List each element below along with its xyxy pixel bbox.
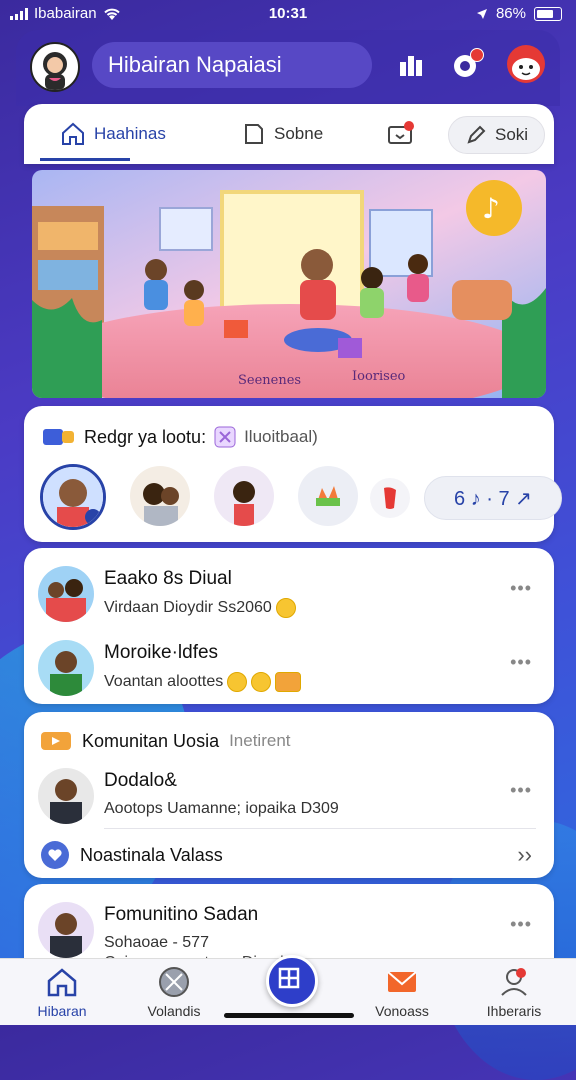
stories-subtitle: Iluoitbaal) — [244, 427, 318, 446]
music-player-pill[interactable]: 6 ♪ · 7 ↗ — [424, 476, 562, 520]
item-title: Fomunitino Sadan — [104, 904, 259, 925]
tab-home[interactable]: Haahinas — [60, 116, 166, 152]
nav-item-profile[interactable]: Ihberaris — [464, 965, 564, 1019]
tab-bar: Haahinas Sobne Soki — [24, 104, 554, 164]
avatar — [38, 640, 94, 696]
notif-label: Noastinala Valass — [80, 844, 223, 865]
camera-icon — [43, 429, 74, 445]
banner-caption-left: Seenenes — [238, 373, 301, 388]
home-indicator — [224, 1013, 354, 1018]
compass-icon — [159, 967, 189, 997]
avatar — [38, 566, 94, 622]
item-subtitle: Virdaan Dioydir Ss2060 — [104, 598, 296, 618]
media-icon — [214, 426, 236, 448]
nav-label: Ihberaris — [486, 1003, 542, 1019]
create-button[interactable] — [266, 955, 318, 1007]
avatar — [38, 768, 94, 824]
pencil-icon — [467, 125, 486, 144]
document-icon — [245, 124, 263, 144]
nav-item-explore[interactable]: Volandis — [124, 965, 224, 1019]
search-field[interactable]: Hibairan Napaiasi — [92, 42, 372, 88]
home-icon — [62, 122, 84, 145]
profile-avatar[interactable] — [30, 42, 80, 92]
nav-label: Volandis — [147, 1003, 201, 1019]
nav-item-home[interactable]: Hibaran — [12, 965, 112, 1019]
story-avatar[interactable] — [40, 464, 106, 530]
list-item[interactable]: Dodalo& Aootops Uamanne; iopaika D309 ••… — [38, 764, 538, 828]
notification-badge — [470, 48, 484, 62]
more-icon[interactable]: ••• — [510, 780, 532, 801]
heart-badge-icon — [41, 841, 69, 869]
inbox-icon — [388, 121, 414, 144]
plus-grid-icon — [278, 967, 300, 989]
item-subtitle-text: Virdaan Dioydir Ss2060 — [104, 599, 272, 616]
nav-label: Hibaran — [37, 1003, 87, 1019]
battery-percent: 86% — [495, 5, 526, 22]
video-icon — [41, 732, 71, 750]
sticker-icon — [275, 672, 302, 692]
chart-icon[interactable] — [394, 48, 428, 82]
item-subtitle: Voantan aloottes — [104, 672, 302, 692]
community-title: Komunitan Uosia — [82, 730, 220, 751]
stories-card: Redgr ya lootu: Iluoitbaal) 6 ♪ · 7 ↗ — [24, 406, 562, 542]
notification-button[interactable] — [448, 48, 484, 82]
status-right: 86% — [476, 5, 562, 22]
svg-text:♪: ♪ — [482, 192, 500, 225]
more-icon[interactable]: ••• — [510, 578, 532, 599]
feed-list: Eaako 8s Diual Virdaan Dioydir Ss2060 ••… — [24, 548, 554, 704]
hero-illustration: ♪ Seenenes Iooriseo — [32, 170, 546, 398]
item-title: Eaako 8s Diual — [104, 568, 232, 589]
list-item[interactable]: Moroike·ldfes Voantan aloottes ••• — [38, 636, 538, 700]
battery-icon — [534, 6, 562, 21]
tab-edit[interactable]: Soki — [448, 116, 546, 154]
smile-emoji-icon — [275, 598, 296, 618]
list-item[interactable]: Fomunitino Sadan Sohaoae - 577 Cuimunonm… — [38, 898, 538, 971]
music-note-label: 6 ♪ · 7 ↗ — [454, 487, 532, 510]
hero-banner[interactable]: ♪ Seenenes Iooriseo — [32, 170, 546, 398]
smile-emoji-icon — [227, 672, 248, 692]
active-tab-indicator — [40, 158, 130, 161]
location-icon — [476, 8, 487, 19]
item-subtitle: Sohaoae - 577 — [104, 934, 209, 951]
status-bar: Ibabairan 10:31 86% — [0, 0, 576, 28]
more-icon[interactable]: ••• — [510, 914, 532, 935]
item-subtitle: Aootops Uamanne; iopaika D309 — [104, 800, 339, 817]
tab-label: Soki — [495, 125, 529, 144]
tab-stories[interactable]: Sobne — [242, 116, 323, 152]
story-avatar[interactable] — [214, 466, 274, 526]
nav-item-messages[interactable]: Vonoass — [352, 965, 452, 1019]
story-avatar[interactable] — [370, 478, 410, 518]
banner-caption-right: Iooriseo — [352, 369, 406, 384]
stories-title: Redgr ya lootu: — [84, 426, 207, 447]
home-icon — [47, 968, 77, 997]
community-tag: Inetirent — [229, 731, 291, 750]
tab-label: Sobne — [274, 124, 324, 143]
chevron-right-icon: ›› — [517, 842, 532, 867]
app-header: Hibairan Napaiasi — [16, 30, 560, 106]
tab-label: Haahinas — [94, 124, 166, 143]
tab-inbox[interactable] — [386, 116, 414, 152]
list-item[interactable]: Eaako 8s Diual Virdaan Dioydir Ss2060 ••… — [38, 562, 538, 626]
item-title: Dodalo& — [104, 770, 177, 791]
mascot-avatar[interactable] — [506, 44, 546, 84]
avatar — [38, 902, 94, 958]
item-subtitle-text: Voantan aloottes — [104, 673, 224, 690]
stories-header: Redgr ya lootu: Iluoitbaal) — [42, 426, 318, 448]
item-title: Moroike·ldfes — [104, 642, 219, 663]
story-avatar[interactable] — [298, 466, 358, 526]
community-header: Komunitan Uosia Inetirent — [40, 730, 291, 752]
smile-emoji-icon — [251, 672, 272, 692]
notification-settings-row[interactable]: Noastinala Valass ›› — [40, 838, 540, 872]
more-icon[interactable]: ••• — [510, 652, 532, 673]
profile-icon — [501, 968, 527, 996]
community-card: Komunitan Uosia Inetirent Dodalo& Aootop… — [24, 712, 554, 878]
divider — [104, 828, 536, 829]
story-avatar[interactable] — [130, 466, 190, 526]
nav-label: Vonoass — [375, 1003, 429, 1019]
mail-icon — [387, 971, 417, 992]
